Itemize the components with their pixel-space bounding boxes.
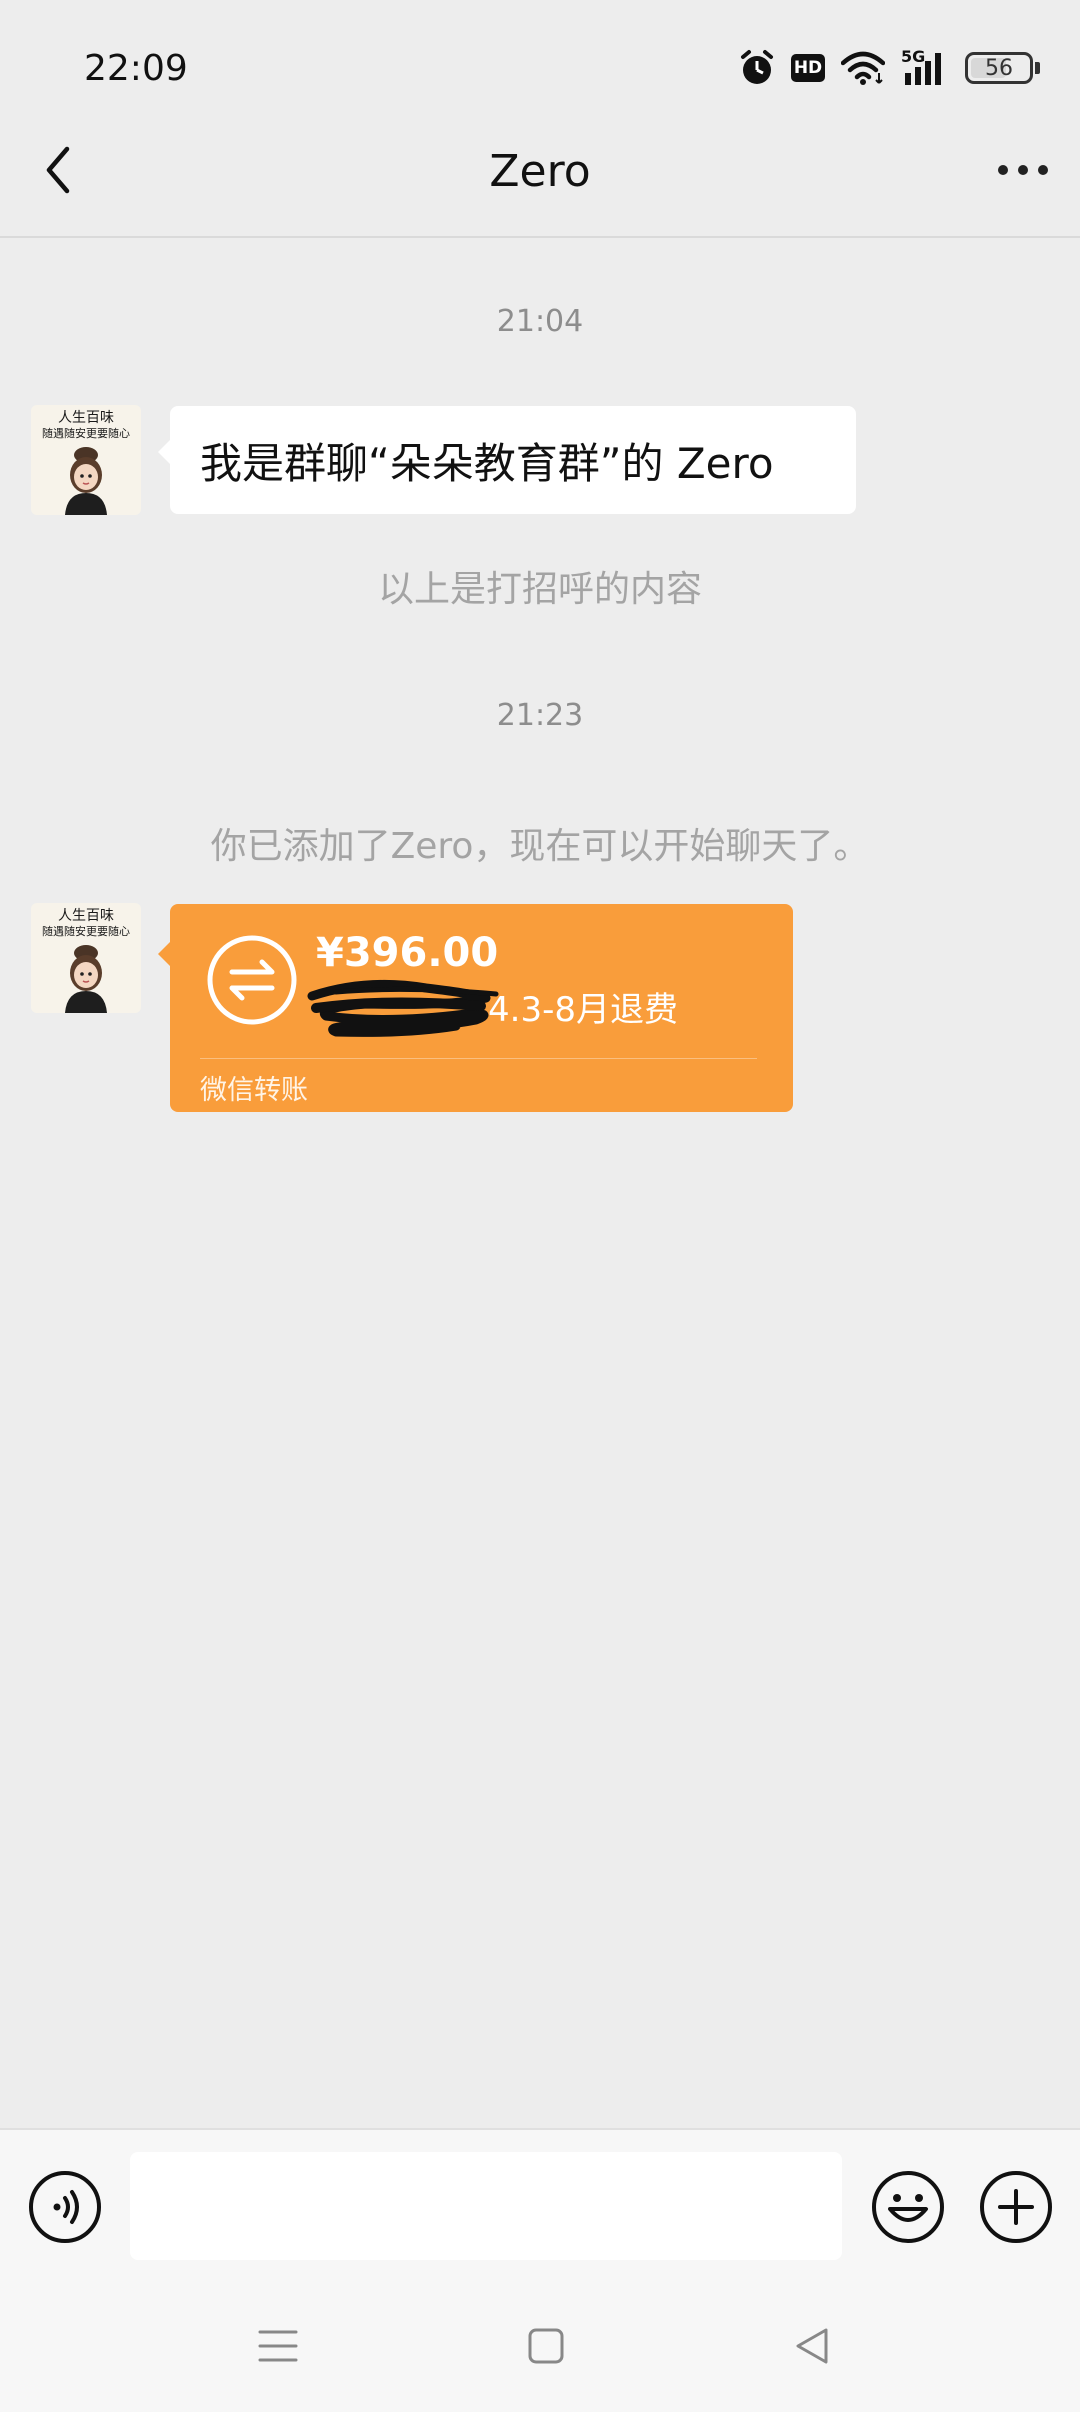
chat-screen: 22:09 HD 5G 56 Zero 21:04 人生百味 随遇随安更要随心 … — [0, 0, 1080, 2412]
system-back-button[interactable] — [772, 2316, 852, 2376]
message-timestamp: 21:04 — [496, 304, 584, 339]
status-time: 22:09 — [84, 48, 188, 89]
message-text: 我是群聊“朵朵教育群”的 Zero — [200, 438, 774, 488]
transfer-card[interactable]: ¥396.00 4.3-8月退费 微信转账 — [158, 904, 793, 1112]
avatar-illustration — [65, 945, 107, 1013]
transfer-divider — [200, 1058, 757, 1059]
system-navigation-bar — [0, 2282, 1080, 2412]
system-message: 你已添加了Zero，现在可以开始聊天了。 — [210, 826, 870, 867]
more-dots-icon — [998, 165, 1008, 175]
transfer-icon — [207, 935, 297, 1025]
message-input[interactable] — [130, 2152, 842, 2260]
alarm-icon — [739, 49, 775, 87]
message-bubble[interactable]: 我是群聊“朵朵教育群”的 Zero — [158, 406, 856, 514]
avatar[interactable]: 人生百味 随遇随安更要随心 — [31, 405, 141, 515]
avatar[interactable]: 人生百味 随遇随安更要随心 — [31, 903, 141, 1013]
emoji-icon — [872, 2171, 944, 2243]
voice-button[interactable] — [27, 2169, 103, 2245]
add-more-button[interactable] — [978, 2169, 1054, 2245]
page-title: Zero — [489, 146, 591, 197]
home-icon — [528, 2328, 564, 2364]
system-message: 以上是打招呼的内容 — [377, 569, 702, 610]
voice-icon — [29, 2171, 101, 2243]
home-button[interactable] — [506, 2316, 586, 2376]
plus-icon — [980, 2171, 1052, 2243]
hd-icon: HD — [791, 54, 825, 82]
input-bar — [0, 2128, 1080, 2282]
emoji-button[interactable] — [870, 2169, 946, 2245]
wifi-icon — [841, 51, 885, 85]
status-icons: HD 5G 56 — [739, 46, 1040, 90]
menu-icon — [258, 2330, 298, 2362]
recent-apps-button[interactable] — [238, 2316, 318, 2376]
transfer-label: 微信转账 — [200, 1075, 308, 1106]
more-options-button[interactable] — [988, 140, 1058, 200]
message-timestamp: 21:23 — [496, 698, 584, 733]
back-triangle-icon — [796, 2328, 828, 2364]
redaction-scribble — [307, 979, 499, 1037]
signal-icon: 5G — [901, 47, 949, 87]
chat-header: Zero — [0, 112, 1080, 238]
avatar-illustration — [65, 447, 107, 515]
battery-level: 56 — [985, 55, 1013, 81]
battery-icon: 56 — [965, 52, 1040, 84]
